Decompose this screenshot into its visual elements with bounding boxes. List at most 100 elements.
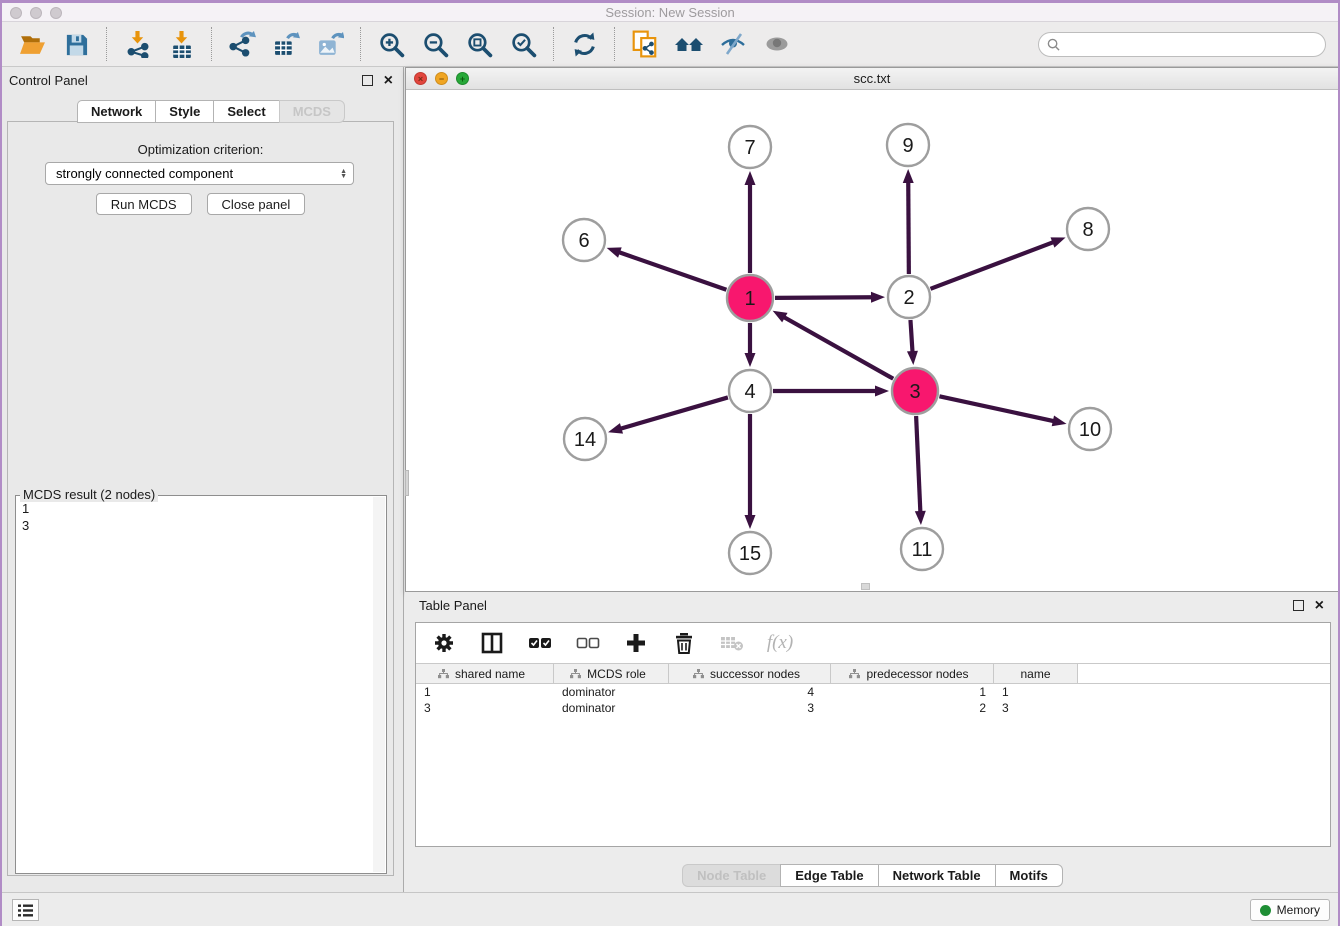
column-header-MCDS-role[interactable]: MCDS role (554, 664, 669, 683)
delete-table-icon (720, 631, 744, 655)
control-panel: Control Panel × NetworkStyleSelectMCDS O… (0, 67, 404, 892)
table-cell: 1 (994, 684, 1078, 700)
add-column-icon[interactable] (624, 631, 648, 655)
network-window-titlebar[interactable]: × − + scc.txt (406, 68, 1338, 90)
graph-edge[interactable] (619, 397, 728, 429)
table-panel-title: Table Panel (419, 598, 487, 613)
criterion-select[interactable]: strongly connected component ▲▼ (45, 162, 354, 185)
search-field[interactable] (1038, 32, 1326, 57)
column-header-shared-name[interactable]: shared name (416, 664, 554, 683)
node-label: 9 (902, 135, 913, 157)
graph-node-11[interactable]: 11 (901, 528, 943, 570)
memory-button[interactable]: Memory (1250, 899, 1330, 921)
search-input[interactable] (1065, 37, 1325, 52)
graph-edge-arrowhead (875, 386, 889, 397)
graph-node-7[interactable]: 7 (729, 126, 771, 168)
tab-network[interactable]: Network (77, 100, 155, 123)
zoom-selected-icon[interactable] (508, 29, 538, 59)
graph-node-15[interactable]: 15 (729, 532, 771, 574)
tab-style[interactable]: Style (155, 100, 213, 123)
tab-edge-table[interactable]: Edge Table (780, 864, 877, 887)
list-icon (17, 903, 34, 918)
export-image-icon[interactable] (315, 29, 345, 59)
column-type-icon (693, 669, 704, 679)
zoom-in-icon[interactable] (376, 29, 406, 59)
import-network-icon[interactable] (122, 29, 152, 59)
graph-node-4[interactable]: 4 (729, 370, 771, 412)
graph-edge-arrowhead (1051, 237, 1066, 247)
graph-node-9[interactable]: 9 (887, 124, 929, 166)
table-cell: dominator (554, 684, 669, 700)
column-header-predecessor-nodes[interactable]: predecessor nodes (831, 664, 994, 683)
graph-edge[interactable] (908, 180, 909, 274)
table-cell: 2 (831, 700, 994, 716)
table-row[interactable]: 1dominator411 (416, 684, 1330, 700)
select-all-checkboxes-icon[interactable] (528, 631, 552, 655)
tab-mcds[interactable]: MCDS (279, 100, 345, 123)
zoom-out-icon[interactable] (420, 29, 450, 59)
titlebar: Session: New Session (0, 0, 1340, 22)
column-header-name[interactable]: name (994, 664, 1078, 683)
canvas-resize-grip[interactable] (861, 583, 870, 590)
result-scrollbar[interactable] (373, 497, 385, 872)
deselect-all-checkboxes-icon[interactable] (576, 631, 600, 655)
control-panel-title: Control Panel (9, 73, 88, 88)
graph-edge-arrowhead (1052, 416, 1067, 427)
node-label: 2 (903, 287, 914, 309)
split-panel-icon[interactable] (480, 631, 504, 655)
graph-edge[interactable] (910, 320, 912, 354)
import-table-icon[interactable] (166, 29, 196, 59)
tab-network-table[interactable]: Network Table (878, 864, 995, 887)
task-history-button[interactable] (12, 899, 39, 921)
tab-select[interactable]: Select (213, 100, 278, 123)
graph-node-2[interactable]: 2 (888, 276, 930, 318)
column-header-successor-nodes[interactable]: successor nodes (669, 664, 831, 683)
select-stepper-icon: ▲▼ (340, 169, 347, 179)
status-bar: Memory (0, 892, 1340, 926)
table-panel: Table Panel × (405, 592, 1340, 892)
graph-node-10[interactable]: 10 (1069, 408, 1111, 450)
graph-edge[interactable] (617, 252, 726, 290)
graph-edge-arrowhead (745, 353, 756, 367)
graph-edge-arrowhead (915, 511, 926, 525)
node-label: 1 (744, 288, 755, 310)
mcds-result-lines: 1 3 (22, 500, 29, 534)
graph-edge[interactable] (916, 416, 920, 514)
graph-node-14[interactable]: 14 (564, 418, 606, 460)
fx-label: f(x) (767, 632, 793, 654)
graph-edge[interactable] (939, 396, 1055, 421)
table-body: 1dominator4113dominator323 (416, 684, 1330, 716)
home-networks-icon[interactable] (674, 29, 704, 59)
tab-motifs[interactable]: Motifs (995, 864, 1063, 887)
graph-node-1[interactable]: 1 (727, 275, 773, 321)
folder-open-icon[interactable] (17, 29, 47, 59)
copy-network-view-icon[interactable] (630, 29, 660, 59)
float-panel-icon[interactable] (362, 75, 373, 86)
graph-edge[interactable] (775, 297, 874, 298)
close-panel-button[interactable]: Close panel (207, 193, 306, 215)
zoom-fit-icon[interactable] (464, 29, 494, 59)
float-table-panel-icon[interactable] (1293, 600, 1304, 611)
hide-selected-eye-icon[interactable] (718, 29, 748, 59)
tab-node-table[interactable]: Node Table (682, 864, 780, 887)
network-canvas[interactable]: 1 2 3 4 6 7 8 9 10 11 14 15 (406, 90, 1338, 591)
graph-node-3[interactable]: 3 (892, 368, 938, 414)
control-panel-tabs: NetworkStyleSelectMCDS (77, 100, 345, 123)
graph-edge[interactable] (931, 241, 1056, 288)
settings-gear-icon[interactable] (432, 631, 456, 655)
delete-column-icon[interactable] (672, 631, 696, 655)
export-table-icon[interactable] (271, 29, 301, 59)
refresh-layout-icon[interactable] (569, 29, 599, 59)
graph-edge[interactable] (782, 316, 893, 379)
splitter-handle[interactable] (405, 470, 409, 496)
column-type-icon (570, 669, 581, 679)
save-icon[interactable] (61, 29, 91, 59)
run-mcds-button[interactable]: Run MCDS (96, 193, 192, 215)
close-panel-icon[interactable]: × (384, 75, 393, 86)
table-row[interactable]: 3dominator323 (416, 700, 1330, 716)
graph-node-8[interactable]: 8 (1067, 208, 1109, 250)
graph-node-6[interactable]: 6 (563, 219, 605, 261)
show-all-eye-icon[interactable] (762, 29, 792, 59)
close-table-panel-icon[interactable]: × (1315, 600, 1324, 611)
export-network-icon[interactable] (227, 29, 257, 59)
